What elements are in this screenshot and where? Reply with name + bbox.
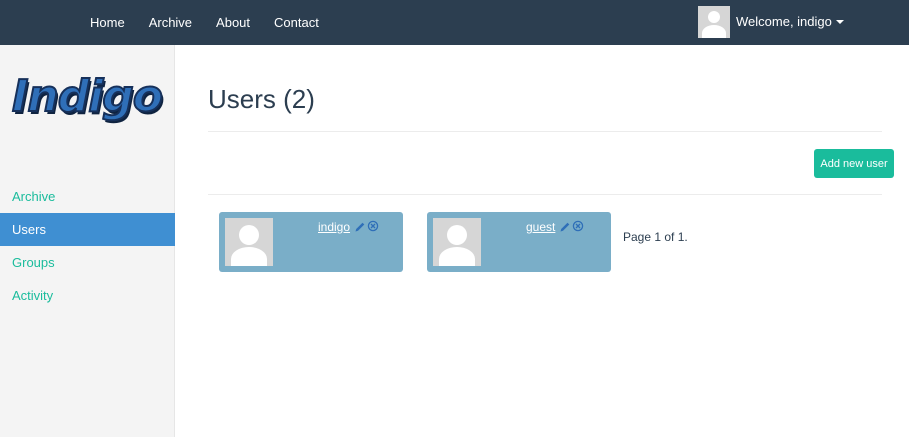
toolbar-divider xyxy=(208,194,882,195)
sidebar-nav: Archive Users Groups Activity xyxy=(0,180,175,312)
add-new-user-button[interactable]: Add new user xyxy=(814,149,894,178)
nav-links: Home Archive About Contact xyxy=(78,0,331,45)
sidebar-item-users[interactable]: Users xyxy=(0,213,175,246)
user-card: guest xyxy=(427,212,611,272)
sidebar: Indigo Archive Users Groups Activity xyxy=(0,45,175,437)
top-navbar: Home Archive About Contact Welcome, indi… xyxy=(0,0,909,45)
welcome-label: Welcome, indigo xyxy=(736,14,832,29)
logo[interactable]: Indigo xyxy=(11,69,167,125)
user-avatar-icon xyxy=(698,5,730,38)
nav-link-contact[interactable]: Contact xyxy=(262,0,331,45)
sidebar-item-activity[interactable]: Activity xyxy=(0,279,175,312)
caret-down-icon xyxy=(835,19,844,24)
remove-circle-icon[interactable] xyxy=(572,220,584,232)
default-avatar-icon xyxy=(433,218,481,266)
pencil-icon[interactable] xyxy=(354,221,366,233)
pagination-text: Page 1 of 1. xyxy=(623,230,688,244)
sidebar-item-groups[interactable]: Groups xyxy=(0,246,175,279)
default-avatar-icon xyxy=(225,218,273,266)
nav-link-about[interactable]: About xyxy=(204,0,262,45)
sidebar-item-archive[interactable]: Archive xyxy=(0,180,175,213)
user-card: indigo xyxy=(219,212,403,272)
remove-circle-icon[interactable] xyxy=(367,220,379,232)
user-name-link[interactable]: indigo xyxy=(318,220,350,234)
nav-link-archive[interactable]: Archive xyxy=(137,0,204,45)
pencil-icon[interactable] xyxy=(559,221,571,233)
title-divider xyxy=(208,131,882,132)
nav-link-home[interactable]: Home xyxy=(78,0,137,45)
user-menu-dropdown[interactable]: Welcome, indigo xyxy=(698,5,844,38)
logo-text: Indigo xyxy=(11,70,164,123)
page-title: Users (2) xyxy=(208,84,315,114)
user-name-link[interactable]: guest xyxy=(526,220,555,234)
